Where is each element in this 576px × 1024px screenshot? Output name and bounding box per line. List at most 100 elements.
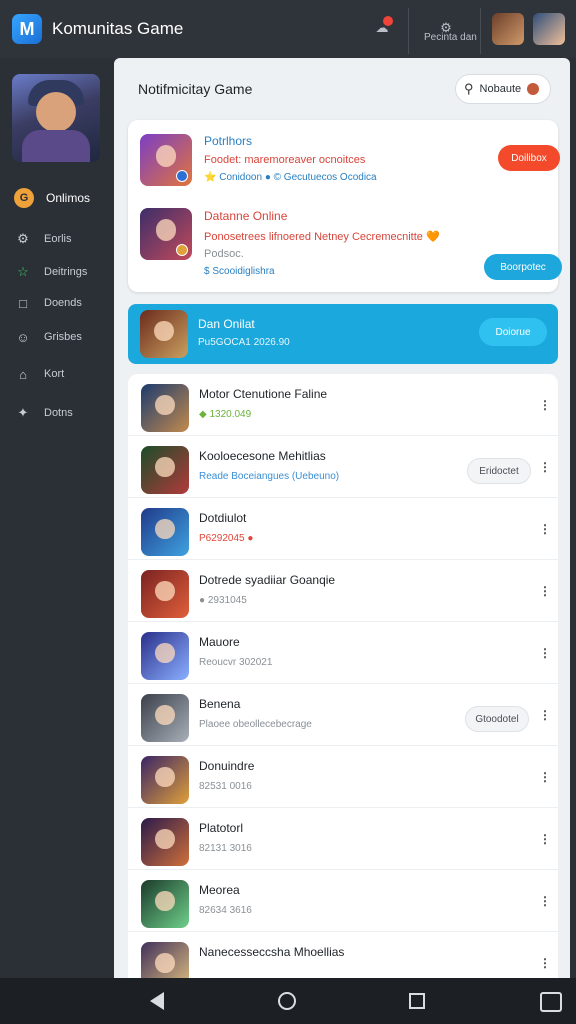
sidebar-item-label: Kort	[44, 368, 65, 380]
sidebar-item-grisbes[interactable]: ☺ Grisbes	[14, 328, 82, 346]
sidebar-item-kort[interactable]: ⌂ Kort	[14, 365, 64, 383]
game-thumbnail	[141, 694, 189, 742]
list-item[interactable]: Donuindre 82531 0016 ⋮	[128, 746, 558, 808]
featured-desc-2b: Podsoc.	[204, 248, 244, 260]
game-thumbnail[interactable]	[140, 134, 192, 186]
list-item-button[interactable]: Eridoctet	[467, 458, 531, 484]
list-item-title: Nanecesseccsha Mhoellias	[199, 945, 345, 959]
game-thumbnail[interactable]	[140, 208, 192, 260]
list-item[interactable]: Dotrede syadiiar Goanqie ● 2931045 ⋮	[128, 560, 558, 622]
list-item-subtitle: ◆ 1320.049	[199, 409, 252, 420]
more-icon[interactable]: ⋮	[538, 956, 552, 970]
list-item-title: Benena	[199, 697, 241, 711]
more-icon[interactable]: ⋮	[538, 894, 552, 908]
banner-button[interactable]: Doiorue	[479, 318, 547, 346]
top-divider-2	[480, 8, 481, 54]
main-panel: Notifmicitay Game ⚲ Nobaute Potrlhors Fo…	[114, 58, 570, 978]
system-nav-bar	[0, 978, 576, 1024]
search-placeholder: Nobaute	[479, 83, 522, 95]
top-divider	[408, 8, 409, 54]
featured-title-1[interactable]: Potrlhors	[204, 134, 252, 148]
thumbnail-face	[155, 704, 175, 725]
sidebar-item-dotns[interactable]: ✦ Dotns	[14, 404, 73, 422]
hero-face	[36, 92, 76, 132]
top-bar: M Komunitas Game ☁ ⚙ Pecinta dan	[0, 0, 576, 58]
mail-icon[interactable]	[540, 992, 562, 1012]
profile-avatar[interactable]	[533, 13, 565, 45]
list-item-title: Motor Ctenutione Faline	[199, 387, 328, 401]
sidebar-item-doends[interactable]: □ Doends	[14, 294, 82, 312]
featured-action-button-1[interactable]: Doilibox	[498, 145, 560, 171]
sidebar: G Onlimos ⚙ Eorlis ☆ Deitrings □ Doends …	[0, 58, 114, 978]
notification-badge	[383, 16, 393, 26]
more-icon[interactable]: ⋮	[538, 770, 552, 784]
recents-icon[interactable]	[409, 993, 425, 1009]
list-item[interactable]: Platotorl 82131 3016 ⋮	[128, 808, 558, 870]
more-icon[interactable]: ⋮	[538, 398, 552, 412]
list-item[interactable]: Motor Ctenutione Faline ◆ 1320.049 ⋮	[128, 374, 558, 436]
more-icon[interactable]: ⋮	[538, 646, 552, 660]
list-item-subtitle: Reoucvr 302021	[199, 657, 273, 668]
thumbnail-face	[155, 456, 175, 477]
more-icon[interactable]: ⋮	[538, 460, 552, 474]
list-item-subtitle: P6292045 ●	[199, 533, 254, 544]
sidebar-item-label: Dotns	[44, 407, 73, 419]
list-item[interactable]: Dotdiulot P6292045 ● ⋮	[128, 498, 558, 560]
back-icon[interactable]	[150, 992, 164, 1010]
thumbnail-face	[155, 890, 175, 911]
banner-subtitle: Pu5GOCA1 2026.90	[198, 337, 290, 348]
gear-icon: ⚙	[17, 231, 29, 246]
more-icon[interactable]: ⋮	[538, 708, 552, 722]
search-input[interactable]: ⚲ Nobaute	[455, 74, 551, 104]
search-icon: ⚲	[464, 81, 474, 96]
app-logo[interactable]: M	[12, 14, 42, 44]
thumbnail-face	[155, 518, 175, 539]
game-thumbnail	[141, 632, 189, 680]
thumbnail-face	[154, 320, 174, 341]
featured-action-button-2[interactable]: Boorpotec	[484, 254, 562, 280]
list-item-title: Mauore	[199, 635, 240, 649]
list-item-subtitle: 82531 0016	[199, 781, 252, 792]
sidebar-item-deitrings[interactable]: ☆ Deitrings	[14, 263, 87, 281]
more-icon[interactable]: ⋮	[538, 522, 552, 536]
list-item-title: Dotdiulot	[199, 511, 247, 525]
list-item-title: Donuindre	[199, 759, 255, 773]
list-item[interactable]: Benena Plaoee obeollecebecrage Gtoodotel…	[128, 684, 558, 746]
hero-armor	[22, 130, 90, 162]
list-item-button[interactable]: Gtoodotel	[465, 706, 529, 732]
game-thumbnail	[141, 880, 189, 928]
more-icon[interactable]: ⋮	[538, 832, 552, 846]
list-item-subtitle: Reade Boceiangues (Uebeuno)	[199, 471, 340, 482]
list-item-subtitle: ● 2931045	[199, 595, 247, 606]
game-thumbnail	[141, 756, 189, 804]
game-thumbnail	[141, 942, 189, 978]
list-item-title: Dotrede syadiiar Goanqie	[199, 573, 336, 587]
people-icon: ☺	[16, 329, 30, 345]
game-icon: G	[14, 188, 34, 208]
thumbnail-face	[155, 828, 175, 849]
folder-icon: □	[19, 295, 27, 311]
highlight-banner[interactable]: Dan Onilat Pu5GOCA1 2026.90 Doiorue	[128, 304, 558, 364]
avatar[interactable]	[492, 13, 524, 45]
list-item[interactable]: Mauore Reoucvr 302021 ⋮	[128, 622, 558, 684]
game-list: Motor Ctenutione Faline ◆ 1320.049 ⋮ Koo…	[128, 374, 558, 978]
featured-meta-1: ⭐ Conidoon ● © Gecutuecos Ocodica	[204, 172, 377, 183]
thumbnail-face	[155, 952, 175, 973]
list-item-subtitle: 82131 3016	[199, 843, 252, 854]
game-thumbnail	[141, 384, 189, 432]
list-item[interactable]: Kooloecesone Mehitlias Reade Boceiangues…	[128, 436, 558, 498]
list-item[interactable]: Nanecesseccsha Mhoellias ⋮	[128, 932, 558, 978]
sidebar-item-onlimos[interactable]: G Onlimos	[14, 188, 90, 208]
thumbnail-face	[155, 642, 175, 663]
thumbnail-badge	[176, 170, 188, 182]
more-icon[interactable]: ⋮	[538, 584, 552, 598]
game-thumbnail	[141, 446, 189, 494]
sidebar-hero-image[interactable]	[12, 74, 100, 162]
featured-meta-2: $ Scooidiglishra	[204, 266, 275, 277]
sidebar-item-eorlis[interactable]: ⚙ Eorlis	[14, 230, 71, 248]
home-icon[interactable]	[278, 992, 296, 1010]
game-thumbnail	[141, 818, 189, 866]
featured-title-2[interactable]: Datanne Online	[204, 209, 287, 223]
pin-icon: ✦	[17, 405, 29, 420]
list-item[interactable]: Meorea 82634 3616 ⋮	[128, 870, 558, 932]
